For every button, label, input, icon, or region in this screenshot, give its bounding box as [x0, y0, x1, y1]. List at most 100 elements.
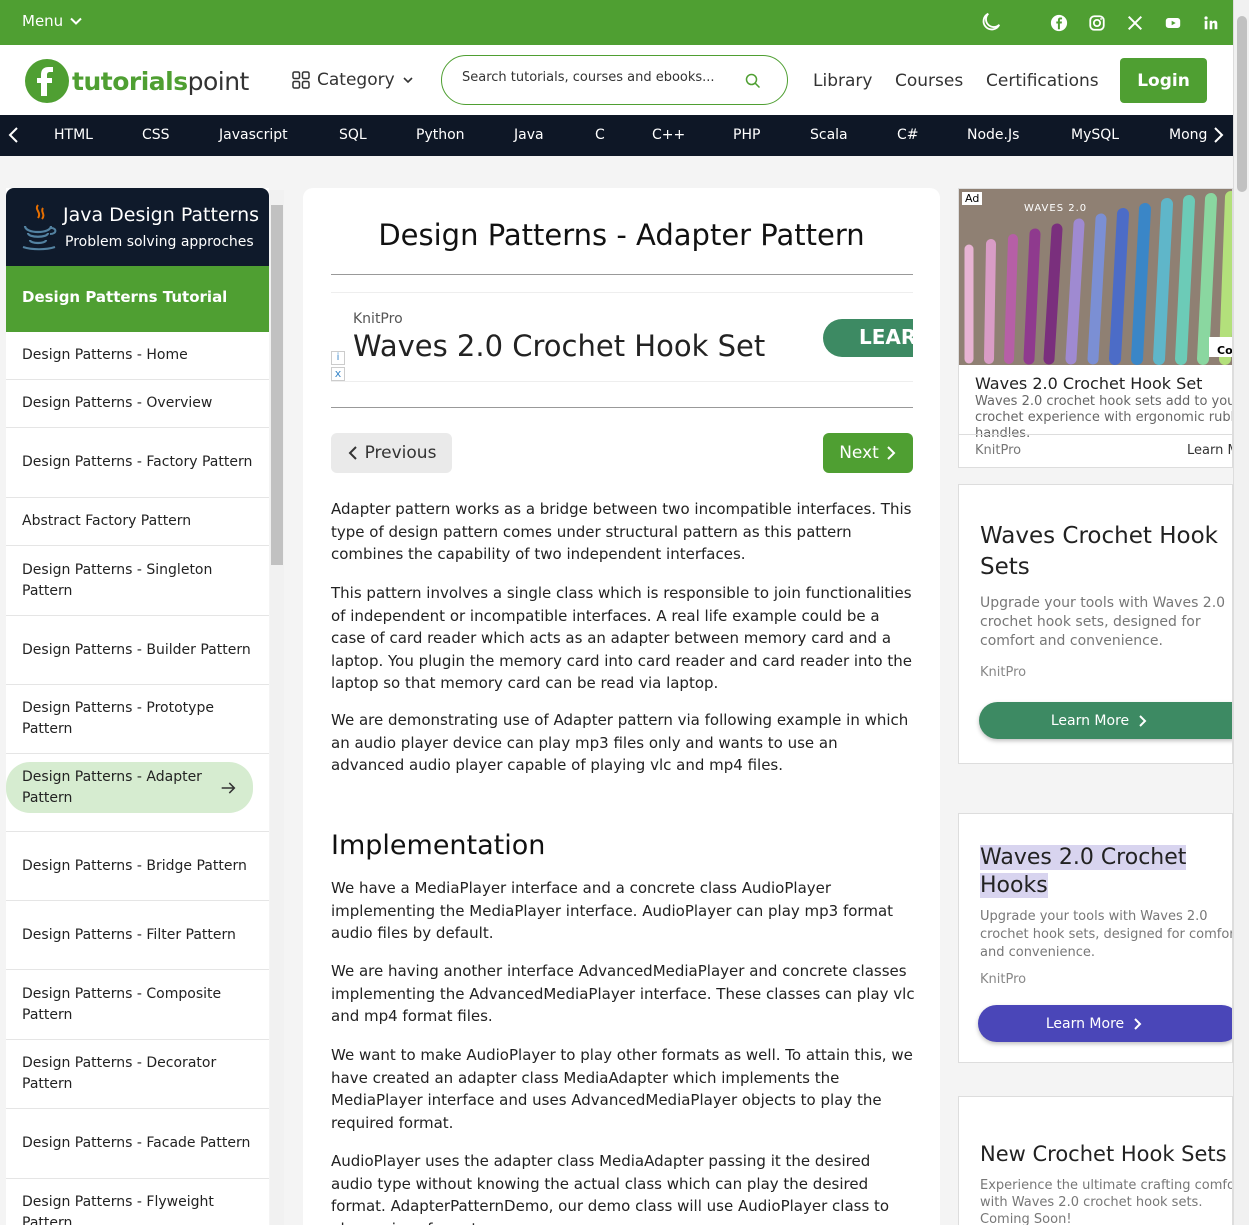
ad-learn-more-button[interactable]: Learn More — [978, 1005, 1232, 1042]
paragraph: AudioPlayer uses the adapter class Media… — [331, 1152, 890, 1225]
sidebar-item-singleton[interactable]: Design Patterns - Singleton Pattern — [6, 546, 269, 616]
lang-css[interactable]: CSS — [142, 127, 170, 143]
chevron-left-icon — [348, 446, 357, 460]
sidebar-item-adapter[interactable]: Design Patterns - Adapter Pattern — [6, 762, 253, 813]
ad-title[interactable]: New Crochet Hook Sets — [980, 1139, 1232, 1170]
nav-certifications[interactable]: Certifications — [986, 71, 1099, 91]
search-input[interactable] — [462, 70, 732, 85]
logo-text-part1: tutorials — [72, 66, 188, 96]
instagram-icon[interactable] — [1084, 10, 1110, 36]
paragraph: We are having another interface Advanced… — [331, 962, 915, 1025]
search-icon[interactable] — [745, 73, 761, 89]
ad-info-icon[interactable]: i — [331, 351, 345, 365]
sidebar-item-decorator[interactable]: Design Patterns - Decorator Pattern — [6, 1040, 269, 1109]
sidebar-item-label: Abstract Factory Pattern — [22, 513, 192, 529]
sidebar-item-label: Design Patterns - Factory Pattern — [22, 454, 253, 470]
menu-button[interactable]: Menu — [22, 12, 83, 30]
ad-brand: KnitPro — [975, 443, 1022, 458]
lang-cpp[interactable]: C++ — [652, 127, 685, 143]
ad-title[interactable]: Waves Crochet Hook Sets — [980, 521, 1232, 583]
top-bar: Menu — [0, 0, 1233, 45]
chevron-down-icon — [70, 17, 82, 25]
lang-javascript[interactable]: Javascript — [219, 127, 288, 143]
ad-learn-button[interactable]: LEARN — [823, 319, 913, 357]
sidebar-scrollbar-thumb[interactable] — [271, 205, 283, 565]
sidebar-item-label: Design Patterns - Decorator Pattern — [22, 1055, 217, 1092]
chevron-right-icon[interactable] — [1210, 126, 1226, 144]
next-button[interactable]: Next — [823, 433, 913, 473]
lang-java[interactable]: Java — [514, 127, 544, 143]
main-content: Design Patterns - Adapter Pattern KnitPr… — [303, 188, 940, 1225]
next-label: Next — [839, 443, 879, 463]
inline-ad[interactable]: KnitPro Waves 2.0 Crochet Hook Set LEARN… — [331, 292, 913, 382]
sidebar-item-composite[interactable]: Design Patterns - Composite Pattern — [6, 970, 269, 1040]
sidebar-item-label: Design Patterns - Flyweight Pattern — [22, 1194, 214, 1225]
right-ad-2[interactable]: Waves Crochet Hook Sets Upgrade your too… — [958, 484, 1233, 764]
divider — [331, 407, 913, 408]
sidebar-item-bridge[interactable]: Design Patterns - Bridge Pattern — [6, 832, 269, 901]
ad-learn-more-button[interactable]: Learn More — [979, 702, 1232, 739]
sidebar-item-label: Design Patterns - Composite Pattern — [22, 985, 222, 1023]
nav-library[interactable]: Library — [813, 71, 872, 91]
lang-python[interactable]: Python — [416, 127, 465, 143]
ad-brand: KnitPro — [980, 972, 1027, 987]
sidebar-item-prototype[interactable]: Design Patterns - Prototype Pattern — [6, 685, 269, 754]
facebook-icon[interactable] — [1046, 10, 1072, 36]
youtube-icon[interactable] — [1160, 10, 1186, 36]
ad-title[interactable]: Waves 2.0 Crochet Hook Set — [975, 374, 1202, 393]
lang-sql[interactable]: SQL — [339, 127, 367, 143]
login-button[interactable]: Login — [1120, 58, 1207, 103]
nav-courses[interactable]: Courses — [895, 71, 963, 91]
arrow-right-icon — [221, 781, 236, 794]
menu-label: Menu — [22, 12, 64, 30]
chevron-down-icon — [403, 77, 413, 84]
moon-icon[interactable] — [980, 11, 1002, 33]
sidebar-item-label: Design Patterns - Adapter Pattern — [22, 768, 202, 806]
ad-image[interactable]: Ad WAVES 2.0 Co — [959, 189, 1232, 365]
divider — [959, 434, 1232, 435]
sidebar-scrollbar[interactable] — [270, 190, 284, 1225]
sidebar-heading[interactable]: Design Patterns Tutorial — [6, 266, 269, 332]
sidebar-item-facade[interactable]: Design Patterns - Facade Pattern — [6, 1109, 269, 1179]
site-logo[interactable]: tutorialspoint — [25, 59, 249, 103]
category-dropdown[interactable]: Category — [292, 70, 414, 90]
search-box — [441, 55, 788, 105]
page-scrollbar-thumb[interactable] — [1237, 16, 1247, 192]
site-header: tutorialspoint Category Library Courses … — [0, 45, 1233, 115]
ad-learn-more-link[interactable]: Learn More — [1187, 443, 1232, 458]
sidebar-item-factory[interactable]: Design Patterns - Factory Pattern — [6, 428, 269, 498]
ad-title[interactable]: Waves 2.0 Crochet Hook Set — [353, 329, 765, 363]
ad-title[interactable]: Waves 2.0 Crochet Hooks — [980, 844, 1190, 900]
lang-mysql[interactable]: MySQL — [1071, 127, 1119, 143]
linkedin-icon[interactable] — [1198, 10, 1224, 36]
ad-title-text: Waves 2.0 Crochet Hooks — [980, 845, 1187, 898]
right-ad-3[interactable]: Waves 2.0 Crochet Hooks Upgrade your too… — [958, 813, 1233, 1063]
x-icon[interactable] — [1122, 10, 1148, 36]
sidebar-item-flyweight[interactable]: Design Patterns - Flyweight Pattern — [6, 1179, 269, 1225]
lang-nodejs[interactable]: Node.Js — [967, 127, 1019, 143]
sidebar-item-builder[interactable]: Design Patterns - Builder Pattern — [6, 616, 269, 685]
lang-csharp[interactable]: C# — [897, 127, 919, 143]
paragraph: Adapter pattern works as a bridge betwee… — [331, 500, 912, 563]
right-ad-1[interactable]: Ad WAVES 2.0 Co Waves 2.0 Crochet Hook S… — [958, 188, 1233, 468]
paragraph: We are demonstrating use of Adapter patt… — [331, 711, 909, 774]
page-scrollbar[interactable] — [1233, 0, 1249, 1225]
lang-php[interactable]: PHP — [733, 127, 760, 143]
previous-button[interactable]: Previous — [331, 433, 452, 473]
paragraph: This pattern involves a single class whi… — [331, 584, 912, 692]
sidebar-item-adapter-wrap: Design Patterns - Adapter Pattern — [6, 762, 269, 832]
lang-scala[interactable]: Scala — [810, 127, 848, 143]
sidebar-item-overview[interactable]: Design Patterns - Overview — [6, 380, 269, 428]
lang-c[interactable]: C — [595, 127, 605, 143]
ad-close-icon[interactable]: x — [331, 367, 345, 381]
right-ad-4[interactable]: New Crochet Hook Sets Experience the ult… — [958, 1096, 1233, 1225]
sidebar-item-label: Design Patterns - Prototype Pattern — [22, 700, 214, 737]
sidebar-item-abstract-factory[interactable]: Abstract Factory Pattern — [6, 498, 269, 546]
sidebar-item-filter[interactable]: Design Patterns - Filter Pattern — [6, 901, 269, 970]
chevron-left-icon[interactable] — [6, 126, 22, 144]
lang-html[interactable]: HTML — [54, 127, 93, 143]
lang-mongodb[interactable]: Mong — [1169, 127, 1207, 143]
sidebar-banner-title: Java Design Patterns — [63, 204, 260, 226]
sidebar-item-home[interactable]: Design Patterns - Home — [6, 332, 269, 380]
sidebar-item-label: Design Patterns - Facade Pattern — [22, 1135, 251, 1151]
